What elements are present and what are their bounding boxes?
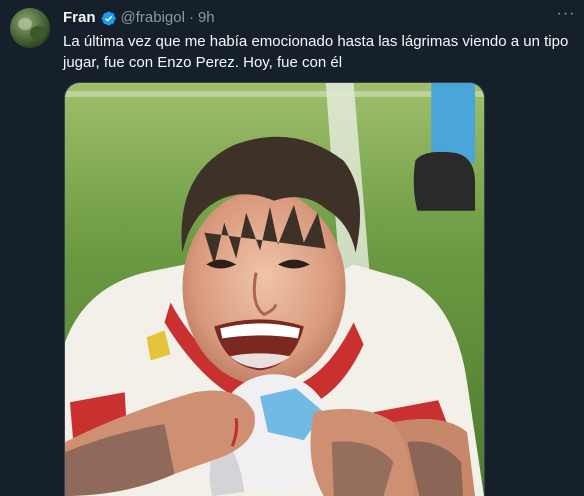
author-name[interactable]: Fran <box>63 9 96 27</box>
photo-football-player <box>65 83 484 496</box>
tweet[interactable]: Fran @frabigol · 9h ··· La última vez qu… <box>0 0 584 496</box>
timestamp[interactable]: 9h <box>198 9 215 27</box>
more-options-icon[interactable]: ··· <box>556 6 576 28</box>
tweet-photo[interactable] <box>64 82 485 496</box>
avatar[interactable] <box>10 8 50 48</box>
tweet-text: La última vez que me había emocionado ha… <box>63 33 569 71</box>
separator-dot: · <box>188 9 194 26</box>
verified-badge-icon <box>101 11 116 25</box>
tweet-header: Fran @frabigol · 9h <box>63 9 215 27</box>
author-handle[interactable]: @frabigol <box>121 9 185 27</box>
